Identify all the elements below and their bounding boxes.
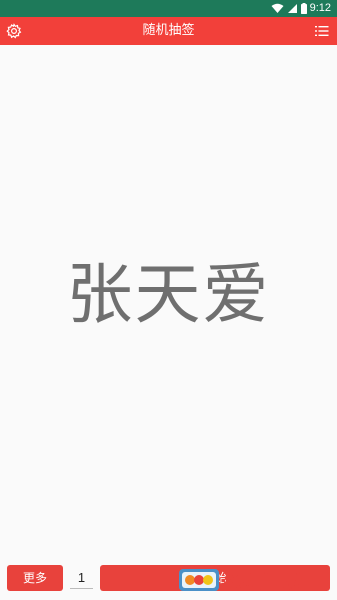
list-icon[interactable] [314, 23, 330, 39]
status-icons: 9:12 [271, 2, 331, 14]
page-title: 随机抽签 [142, 23, 195, 38]
status-time: 9:12 [309, 2, 331, 14]
toolbar: 随机抽签 [0, 17, 337, 45]
main-content: 张天爱 [0, 45, 337, 560]
more-button[interactable]: 更多 [7, 565, 63, 591]
wifi-icon [271, 3, 284, 13]
signal-icon [287, 3, 297, 13]
battery-icon [300, 2, 307, 14]
bottom-bar: 更多 开始 [0, 560, 337, 600]
status-bar: 9:12 [0, 0, 337, 17]
start-button[interactable]: 开始 [100, 565, 330, 591]
drawn-name-result: 张天爱 [66, 256, 271, 333]
draw-count-input[interactable] [70, 566, 93, 589]
